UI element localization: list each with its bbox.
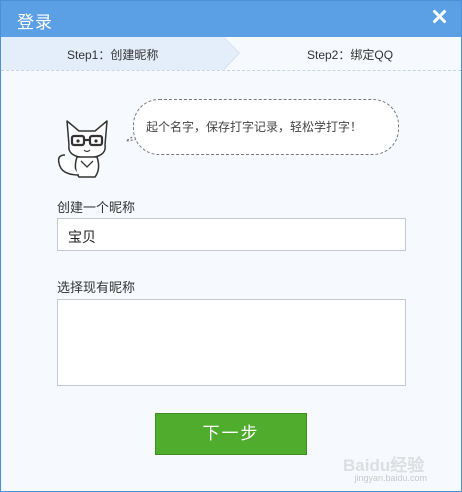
step-2-label: Step2：绑定QQ: [307, 48, 394, 62]
next-step-button[interactable]: 下一步: [155, 413, 307, 455]
speech-bubble: 起个名字，保存打字记录，轻松学打字！: [133, 99, 399, 155]
step-indicator: Step1：创建昵称 Step2：绑定QQ: [1, 37, 461, 71]
cat-mascot-icon: [57, 120, 108, 178]
existing-nickname-list[interactable]: [57, 299, 406, 386]
window-title: 登录: [17, 13, 53, 33]
nickname-label: 创建一个昵称: [57, 201, 136, 216]
step-arrow-icon: [223, 37, 239, 70]
baidu-watermark-logo: Baidu经验: [343, 451, 433, 475]
bubble-text: 起个名字，保存打字记录，轻松学打字！: [146, 120, 363, 134]
watermark-subtext: jingyan.baidu.com: [354, 473, 427, 483]
close-icon[interactable]: [429, 7, 449, 27]
title-bar: 登录: [1, 1, 461, 37]
step-1-label: Step1：创建昵称: [67, 48, 159, 62]
existing-nickname-label: 选择现有昵称: [57, 281, 136, 296]
login-dialog: 登录 Step1：创建昵称 Step2：绑定QQ 起个名字，保存打字记录，轻松学…: [0, 0, 462, 492]
nickname-input[interactable]: 宝贝: [57, 218, 406, 251]
